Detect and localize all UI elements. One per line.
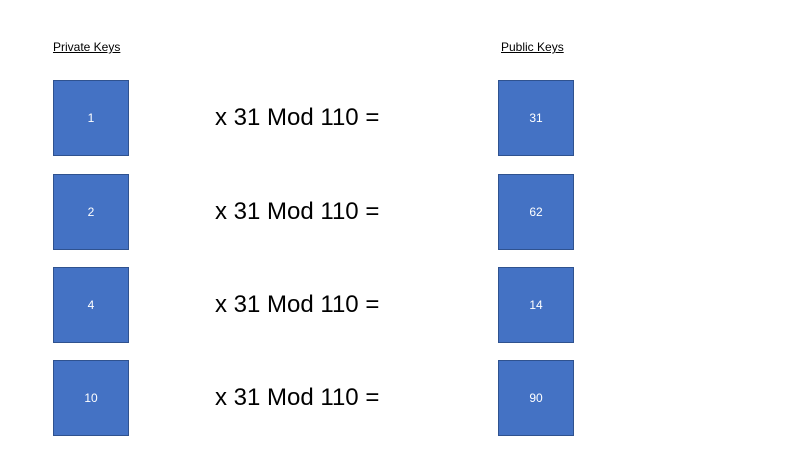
public-keys-header: Public Keys — [501, 40, 564, 54]
equation-text: x 31 Mod 110 = — [215, 291, 380, 318]
private-key-box: 1 — [53, 80, 129, 156]
public-key-box: 90 — [498, 360, 574, 436]
public-key-box: 31 — [498, 80, 574, 156]
equation-text: x 31 Mod 110 = — [215, 104, 380, 131]
private-keys-header: Private Keys — [53, 40, 121, 54]
public-key-box: 14 — [498, 267, 574, 343]
private-key-box: 4 — [53, 267, 129, 343]
equation-text: x 31 Mod 110 = — [215, 384, 380, 411]
public-key-box: 62 — [498, 174, 574, 250]
private-key-box: 2 — [53, 174, 129, 250]
private-key-box: 10 — [53, 360, 129, 436]
equation-text: x 31 Mod 110 = — [215, 198, 380, 225]
